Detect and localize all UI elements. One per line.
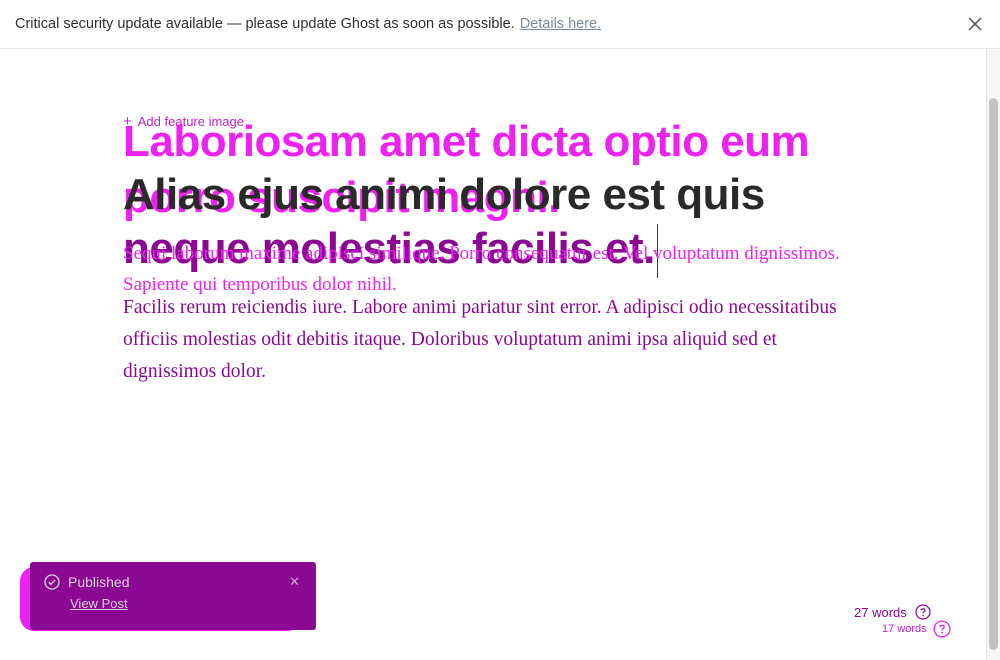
post-body-editor[interactable]: Facilis rerum reiciendis iure. Labore an… — [123, 292, 843, 388]
body-ghost-text: Sequi laborum maxime adipisci similique.… — [123, 243, 840, 295]
scrollbar-thumb[interactable] — [989, 98, 998, 650]
view-post-link[interactable]: View Post — [70, 596, 302, 611]
close-icon — [968, 17, 982, 31]
banner-details-link[interactable]: Details here. — [520, 16, 601, 32]
toast-status: Published — [68, 574, 130, 590]
published-toast: Published View Post ✕ — [30, 562, 316, 630]
title-line-1: Alias ejus animi dolore est quis — [123, 170, 765, 219]
close-banner-button[interactable] — [964, 13, 986, 35]
add-feature-image-label: Add feature image — [137, 114, 244, 129]
close-toast-icon[interactable]: ✕ — [289, 574, 300, 590]
check-circle-icon — [44, 574, 60, 590]
plus-icon: + — [123, 113, 132, 130]
help-icon[interactable] — [915, 604, 931, 620]
word-count-primary: 27 words — [854, 604, 931, 620]
word-count-secondary: 17 words — [882, 620, 951, 638]
help-icon[interactable] — [933, 620, 951, 638]
word-count-primary-label: 27 words — [854, 604, 907, 620]
banner-message: Critical security update available — ple… — [15, 16, 515, 32]
add-feature-image-button[interactable]: + Add feature image — [123, 114, 244, 129]
security-banner: Critical security update available — ple… — [0, 0, 1000, 49]
post-editor: Laboriosam amet dicta optio eum porro su… — [123, 50, 843, 610]
word-count-secondary-label: 17 words — [882, 623, 927, 635]
